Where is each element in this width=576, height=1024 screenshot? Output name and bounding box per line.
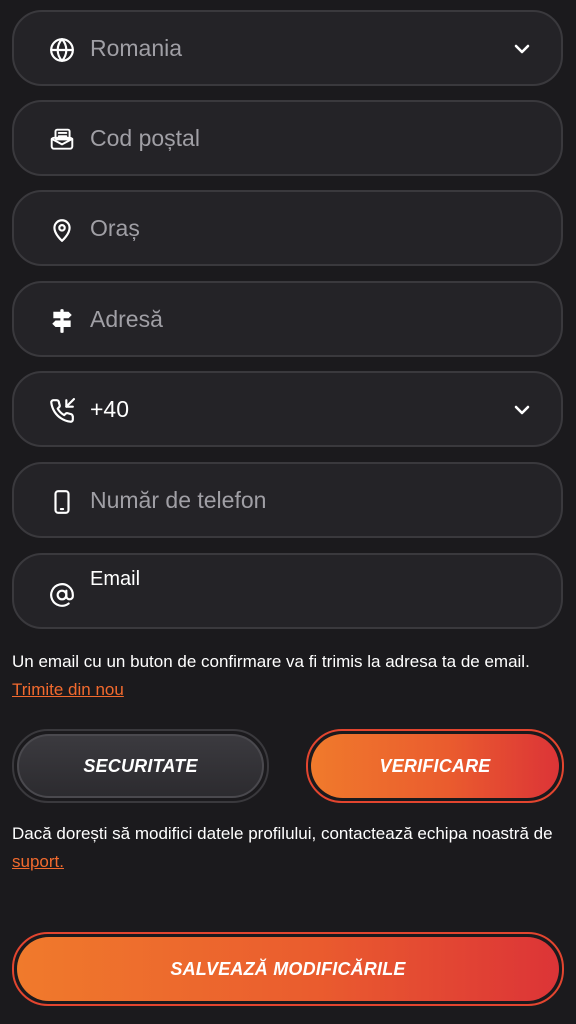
email-confirmation-note: Un email cu un buton de confirmare va fi… <box>12 648 564 704</box>
postal-code-placeholder: Cod poștal <box>90 125 200 151</box>
phone-number-field[interactable]: Număr de telefon <box>12 462 563 538</box>
city-field[interactable]: Oraș <box>12 190 563 266</box>
country-select[interactable]: Romania <box>12 10 563 86</box>
globe-icon <box>48 36 76 64</box>
postal-code-field[interactable]: Cod poștal <box>12 100 563 176</box>
verification-button[interactable]: VERIFICARE <box>306 729 564 803</box>
save-changes-button-label: SALVEAZĂ MODIFICĂRILE <box>170 958 406 979</box>
verification-button-label: VERIFICARE <box>379 755 491 776</box>
security-button-label: SECURITATE <box>83 755 198 776</box>
security-button[interactable]: SECURITATE <box>12 729 269 803</box>
city-placeholder: Oraș <box>90 215 140 241</box>
email-note-text: Un email cu un buton de confirmare va fi… <box>12 652 530 671</box>
chevron-down-icon[interactable] <box>509 397 535 423</box>
at-sign-icon <box>48 581 76 609</box>
mailbox-icon <box>48 126 76 154</box>
support-link[interactable]: suport. <box>12 852 64 871</box>
map-pin-icon <box>48 216 76 244</box>
phone-number-placeholder: Număr de telefon <box>90 487 267 513</box>
address-placeholder: Adresă <box>90 306 163 332</box>
smartphone-icon <box>48 488 76 516</box>
phone-incoming-icon <box>48 397 76 425</box>
country-value: Romania <box>90 35 183 61</box>
resend-email-link[interactable]: Trimite din nou <box>12 680 124 699</box>
chevron-down-icon[interactable] <box>509 36 535 62</box>
signpost-icon <box>48 307 76 335</box>
phone-prefix-value: +40 <box>90 396 130 422</box>
profile-note-text: Dacă dorești să modifici datele profilul… <box>12 824 553 843</box>
phone-prefix-select[interactable]: +40 <box>12 371 563 447</box>
address-field[interactable]: Adresă <box>12 281 563 357</box>
profile-form-page: Romania Cod poștal Oraș Adresă +40 Număr… <box>0 0 576 1024</box>
profile-support-note: Dacă dorești să modifici datele profilul… <box>12 820 564 876</box>
email-label: Email <box>90 568 141 590</box>
save-changes-button[interactable]: SALVEAZĂ MODIFICĂRILE <box>12 932 564 1006</box>
email-field[interactable]: Email <box>12 553 563 629</box>
